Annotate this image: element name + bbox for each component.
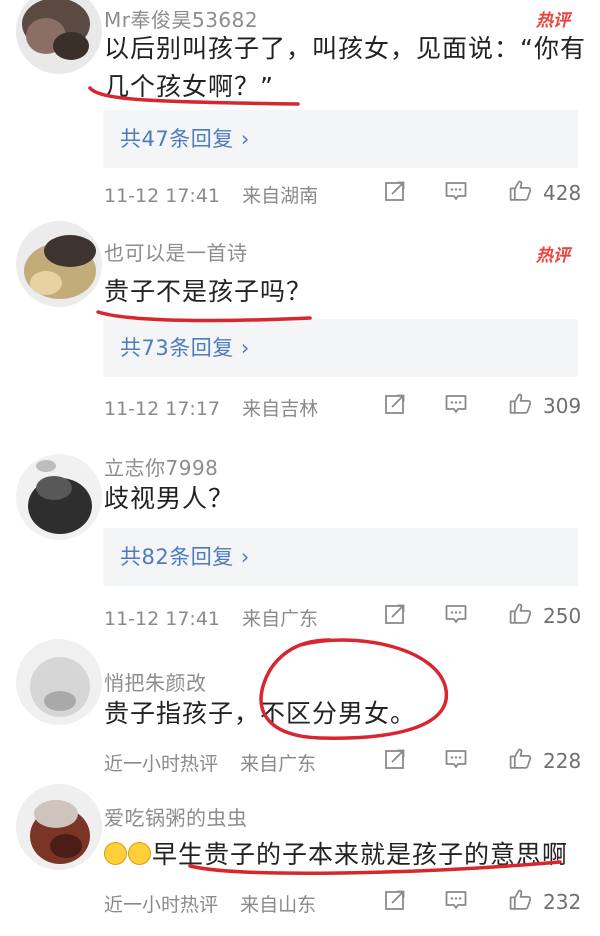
like-icon[interactable]: [508, 391, 533, 416]
comment-text-line: 早生贵子的子本来就是孩子的意思啊: [104, 836, 568, 874]
comment-meta: 近一小时热评 来自广东: [104, 749, 316, 776]
like-icon[interactable]: [508, 178, 533, 203]
laugh-cry-emoji-icon: [104, 842, 127, 865]
comment-location: 来自湖南: [242, 185, 319, 207]
username[interactable]: 也可以是一首诗: [104, 237, 248, 266]
comment-location: 来自广东: [240, 753, 317, 775]
replies-button[interactable]: 共82条回复 ›: [103, 528, 578, 586]
username[interactable]: 爱吃锅粥的虫虫: [104, 802, 248, 831]
avatar[interactable]: [16, 454, 102, 540]
comment-icon[interactable]: [444, 888, 468, 912]
replies-count: 共82条回复 ›: [120, 545, 250, 569]
repost-icon[interactable]: [383, 179, 407, 203]
username[interactable]: 立志你7998: [104, 452, 218, 481]
repost-icon[interactable]: [383, 888, 407, 912]
comment-text-content: 早生贵子的子本来就是孩子的意思啊: [152, 840, 569, 869]
avatar[interactable]: [16, 0, 102, 74]
repost-icon[interactable]: [383, 747, 407, 771]
comment-meta: 11-12 17:41 来自湖南: [104, 181, 318, 208]
laugh-cry-emoji-icon: [128, 842, 151, 865]
like-icon[interactable]: [508, 746, 533, 771]
comment-text: 歧视男人？: [104, 480, 234, 518]
comment-text-line: 几个孩女啊？”: [104, 72, 274, 101]
avatar[interactable]: [16, 639, 102, 725]
username[interactable]: 悄把朱颜改: [104, 667, 207, 696]
comment-time: 近一小时热评: [104, 894, 219, 916]
like-icon[interactable]: [508, 887, 533, 912]
comment-location: 来自吉林: [242, 398, 319, 420]
comment-text: 贵子不是孩子吗？: [104, 273, 312, 311]
avatar[interactable]: [16, 784, 102, 870]
like-count: 228: [543, 749, 582, 773]
comment-text-line: 歧视男人？: [104, 484, 235, 513]
avatar[interactable]: [16, 221, 102, 307]
replies-button[interactable]: 共47条回复 ›: [103, 110, 578, 168]
hot-comment-badge: 热评: [536, 11, 570, 31]
comment-item: 立志你7998 歧视男人？ 共82条回复 › 11-12 17:41 来自广东 …: [0, 430, 600, 645]
comment-location: 来自山东: [240, 894, 317, 916]
repost-icon[interactable]: [383, 602, 407, 626]
replies-count: 共73条回复 ›: [120, 336, 250, 360]
comment-meta: 近一小时热评 来自山东: [104, 890, 316, 917]
comment-text-line: 贵子指孩子，不区分男女。: [104, 699, 417, 728]
comment-time: 近一小时热评: [104, 753, 219, 775]
comment-item: 悄把朱颜改 贵子指孩子，不区分男女。 近一小时热评 来自广东 228: [0, 639, 600, 790]
like-count: 428: [543, 181, 582, 205]
comment-item: Mr奉俊昊53682 热评 以后别叫孩子了，叫孩女，见面说：“你有 几个孩女啊？…: [0, 0, 600, 215]
comment-location: 来自广东: [242, 608, 319, 630]
comment-icon[interactable]: [444, 747, 468, 771]
comment-time: 11-12 17:41: [104, 608, 221, 630]
comment-text: 以后别叫孩子了，叫孩女，见面说：“你有 几个孩女啊？”: [104, 30, 586, 106]
comment-icon[interactable]: [444, 602, 468, 626]
comment-text-line: 贵子不是孩子吗？: [104, 277, 313, 306]
comment-time: 11-12 17:41: [104, 185, 221, 207]
like-count: 309: [543, 394, 582, 418]
repost-icon[interactable]: [383, 392, 407, 416]
comment-meta: 11-12 17:41 来自广东: [104, 604, 318, 631]
replies-button[interactable]: 共73条回复 ›: [103, 319, 578, 377]
like-icon[interactable]: [508, 601, 533, 626]
comment-item: 爱吃锅粥的虫虫 早生贵子的子本来就是孩子的意思啊 近一小时热评 来自山东 232: [0, 784, 600, 936]
comment-time: 11-12 17:17: [104, 398, 221, 420]
comment-icon[interactable]: [444, 179, 468, 203]
username[interactable]: Mr奉俊昊53682: [104, 4, 258, 33]
like-count: 232: [543, 890, 582, 914]
comment-meta: 11-12 17:17 来自吉林: [104, 394, 318, 421]
comment-item: 也可以是一首诗 热评 贵子不是孩子吗？ 共73条回复 › 11-12 17:17…: [0, 215, 600, 430]
comment-text-line: 以后别叫孩子了，叫孩女，见面说：“你有: [104, 34, 586, 63]
replies-count: 共47条回复 ›: [120, 127, 250, 151]
like-count: 250: [543, 604, 582, 628]
comment-text: 贵子指孩子，不区分男女。: [104, 695, 416, 733]
comment-text: 早生贵子的子本来就是孩子的意思啊: [104, 836, 568, 874]
hot-comment-badge: 热评: [536, 246, 570, 266]
comment-icon[interactable]: [444, 392, 468, 416]
